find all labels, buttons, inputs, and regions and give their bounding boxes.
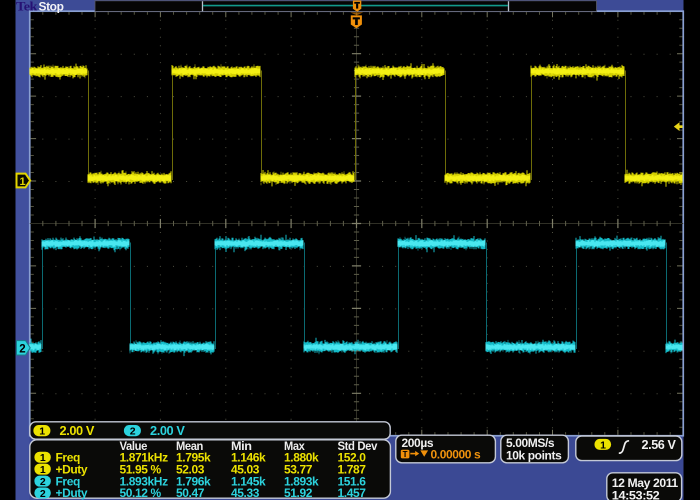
svg-text:14:53:52: 14:53:52 xyxy=(612,489,660,500)
svg-text:2: 2 xyxy=(40,488,46,500)
svg-text:51.92: 51.92 xyxy=(284,486,313,500)
svg-text:200µs: 200µs xyxy=(402,436,434,450)
svg-text:50.12 %: 50.12 % xyxy=(120,486,162,500)
svg-text:0.00000 s: 0.00000 s xyxy=(431,447,482,461)
svg-text:2.00 V: 2.00 V xyxy=(150,424,186,438)
svg-text:1: 1 xyxy=(40,452,46,464)
svg-text:2: 2 xyxy=(130,426,136,438)
svg-text:1: 1 xyxy=(40,464,46,476)
svg-text:Tek: Tek xyxy=(16,0,38,14)
svg-text:2.56 V: 2.56 V xyxy=(642,438,677,452)
svg-text:1.457: 1.457 xyxy=(338,486,367,500)
svg-text:1: 1 xyxy=(20,176,26,188)
svg-text:2.00 V: 2.00 V xyxy=(60,424,96,438)
svg-text:50.47: 50.47 xyxy=(176,486,205,500)
svg-text:45.33: 45.33 xyxy=(231,486,260,500)
svg-text:2: 2 xyxy=(40,476,46,488)
svg-text:T: T xyxy=(403,450,408,459)
svg-text:10k points: 10k points xyxy=(506,449,562,463)
svg-text:1: 1 xyxy=(600,439,606,451)
svg-text:Stop: Stop xyxy=(39,0,64,14)
svg-text:1: 1 xyxy=(39,426,45,438)
svg-text:2: 2 xyxy=(19,343,25,355)
svg-text:+Duty: +Duty xyxy=(56,486,88,500)
